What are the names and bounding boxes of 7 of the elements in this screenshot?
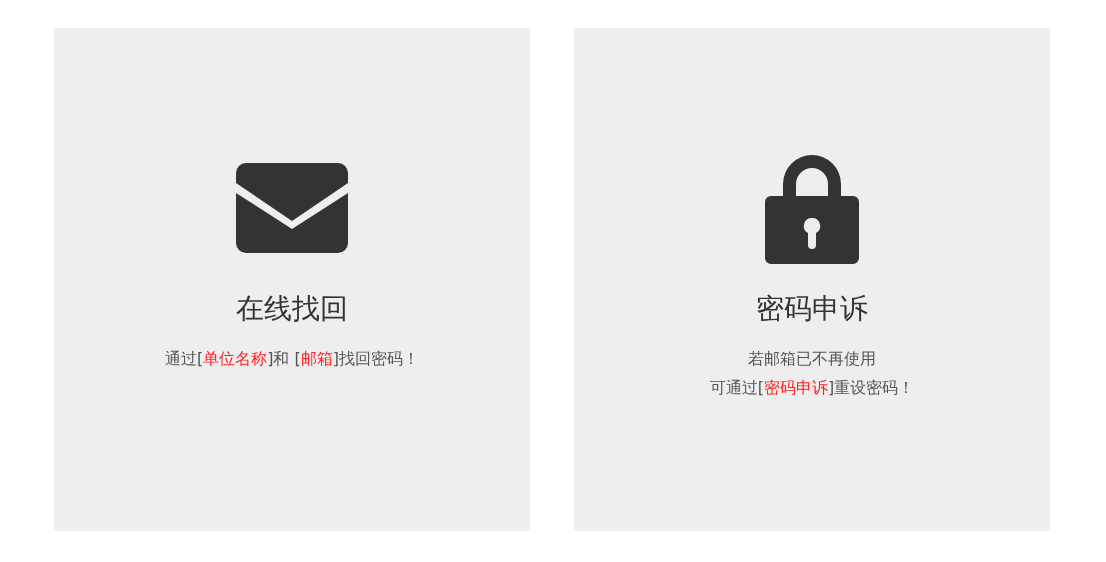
card-title: 密码申诉 — [756, 292, 868, 326]
description-text: 通过[单位名称]和 [邮箱]找回密码！ — [164, 347, 420, 370]
card-title: 在线找回 — [236, 292, 348, 326]
description-text: 可通过[密码申诉]重设密码！ — [709, 376, 915, 399]
lock-icon — [763, 152, 861, 264]
description-text: 若邮箱已不再使用 — [747, 347, 877, 370]
envelope-icon — [236, 163, 348, 253]
